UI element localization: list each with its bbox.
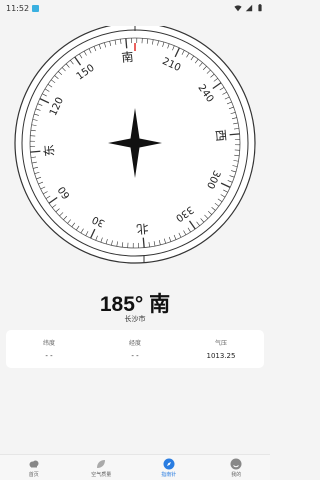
compass: 北 30 60 东 120 150 南 210 240 西 300 330 [0,26,270,266]
latitude-info: 纬度 - - [9,338,89,360]
nav-item-home[interactable]: 首页 [4,458,64,478]
dial-tick [125,38,128,49]
dial-tick [229,133,240,136]
dial-tick [30,150,41,153]
status-left: 11:52 [6,3,40,13]
nav-label-air-quality: 空气质量 [91,471,112,478]
nav-label-profile: 我的 [231,471,242,478]
cloud-icon [29,460,39,467]
nav-label-home: 首页 [28,471,39,478]
leaf-icon [97,459,106,468]
city-name: 长沙市 [124,315,146,323]
signal-icon [245,4,253,12]
nav-label-compass: 指南针 [161,471,177,478]
compass-dial: 北3060东120150南 210240西300330 [14,26,256,264]
location-info-card: 纬度 - - 经度 - - 气压 1013.25 [6,330,264,368]
wifi-icon [234,5,242,12]
latitude-label: 纬度 [42,340,55,347]
status-right [234,4,264,12]
battery-icon [258,4,262,12]
dial-label: 南 [121,49,134,65]
nav-item-air-quality[interactable]: 空气质量 [71,458,131,478]
status-bar: 11:52 [0,0,270,16]
longitude-info: 经度 - - [95,338,175,360]
compass-icon [163,458,175,469]
pressure-info: 气压 1013.25 [181,338,261,360]
nav-item-compass[interactable]: 指南针 [139,458,199,478]
longitude-label: 经度 [128,340,141,347]
app-notification-icon [32,4,40,12]
pressure-value: 1013.25 [206,352,236,360]
bottom-nav: 首页 空气质量 指南针 我的 [0,454,270,480]
dial-tick [142,237,145,248]
dial-label: 东 [42,144,57,157]
dial-label: 西 [213,129,228,142]
latitude-value: - - [45,352,53,360]
profile-icon [230,458,242,469]
status-time: 11:52 [6,3,30,13]
longitude-value: - - [131,352,139,360]
heading-indicator [134,42,136,51]
dial-label: 北 [136,221,149,236]
pressure-label: 气压 [214,340,227,347]
nav-item-profile[interactable]: 我的 [206,458,266,478]
